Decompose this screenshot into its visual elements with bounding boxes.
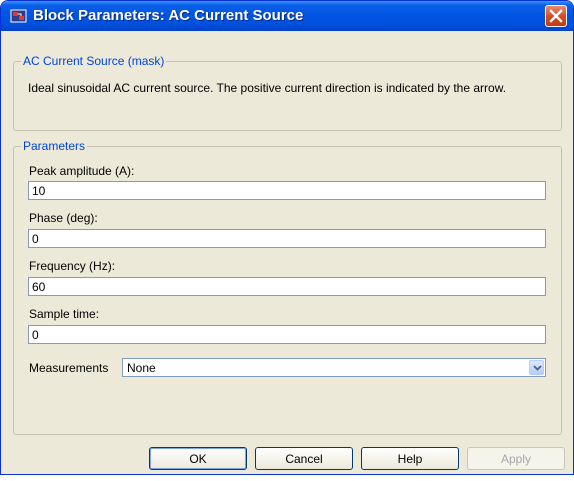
- apply-button: Apply: [467, 447, 565, 470]
- dialog-body: AC Current Source (mask) Ideal sinusoida…: [5, 31, 569, 472]
- mask-description-group: AC Current Source (mask) Ideal sinusoida…: [13, 54, 562, 131]
- cancel-button[interactable]: Cancel: [255, 447, 353, 470]
- dropdown-button[interactable]: [529, 360, 544, 375]
- chevron-down-icon: [533, 365, 542, 371]
- measurements-selected-value: None: [127, 361, 156, 375]
- help-button[interactable]: Help: [361, 447, 459, 470]
- measurements-dropdown[interactable]: None: [122, 358, 546, 377]
- phase-label: Phase (deg):: [29, 211, 98, 225]
- sample-time-label: Sample time:: [29, 307, 100, 321]
- parameters-legend: Parameters: [21, 139, 88, 153]
- close-button[interactable]: [545, 5, 567, 27]
- ok-button[interactable]: OK: [149, 447, 247, 470]
- sample-time-input[interactable]: [28, 325, 546, 344]
- measurements-label: Measurements: [29, 361, 109, 375]
- title-bar[interactable]: Block Parameters: AC Current Source: [1, 1, 573, 31]
- peak-amplitude-label: Peak amplitude (A):: [29, 164, 135, 178]
- frequency-input[interactable]: [28, 277, 546, 296]
- phase-input[interactable]: [28, 229, 546, 248]
- mask-legend: AC Current Source (mask): [21, 54, 167, 68]
- simulink-block-icon: [10, 8, 27, 24]
- frequency-label: Frequency (Hz):: [29, 259, 116, 273]
- mask-description: Ideal sinusoidal AC current source. The …: [28, 81, 507, 95]
- peak-amplitude-input[interactable]: [28, 181, 546, 200]
- block-parameters-dialog: Block Parameters: AC Current Source AC C…: [0, 0, 574, 475]
- close-icon: [549, 9, 563, 23]
- parameters-group: Parameters Peak amplitude (A): Phase (de…: [13, 139, 562, 435]
- window-title: Block Parameters: AC Current Source: [33, 7, 304, 24]
